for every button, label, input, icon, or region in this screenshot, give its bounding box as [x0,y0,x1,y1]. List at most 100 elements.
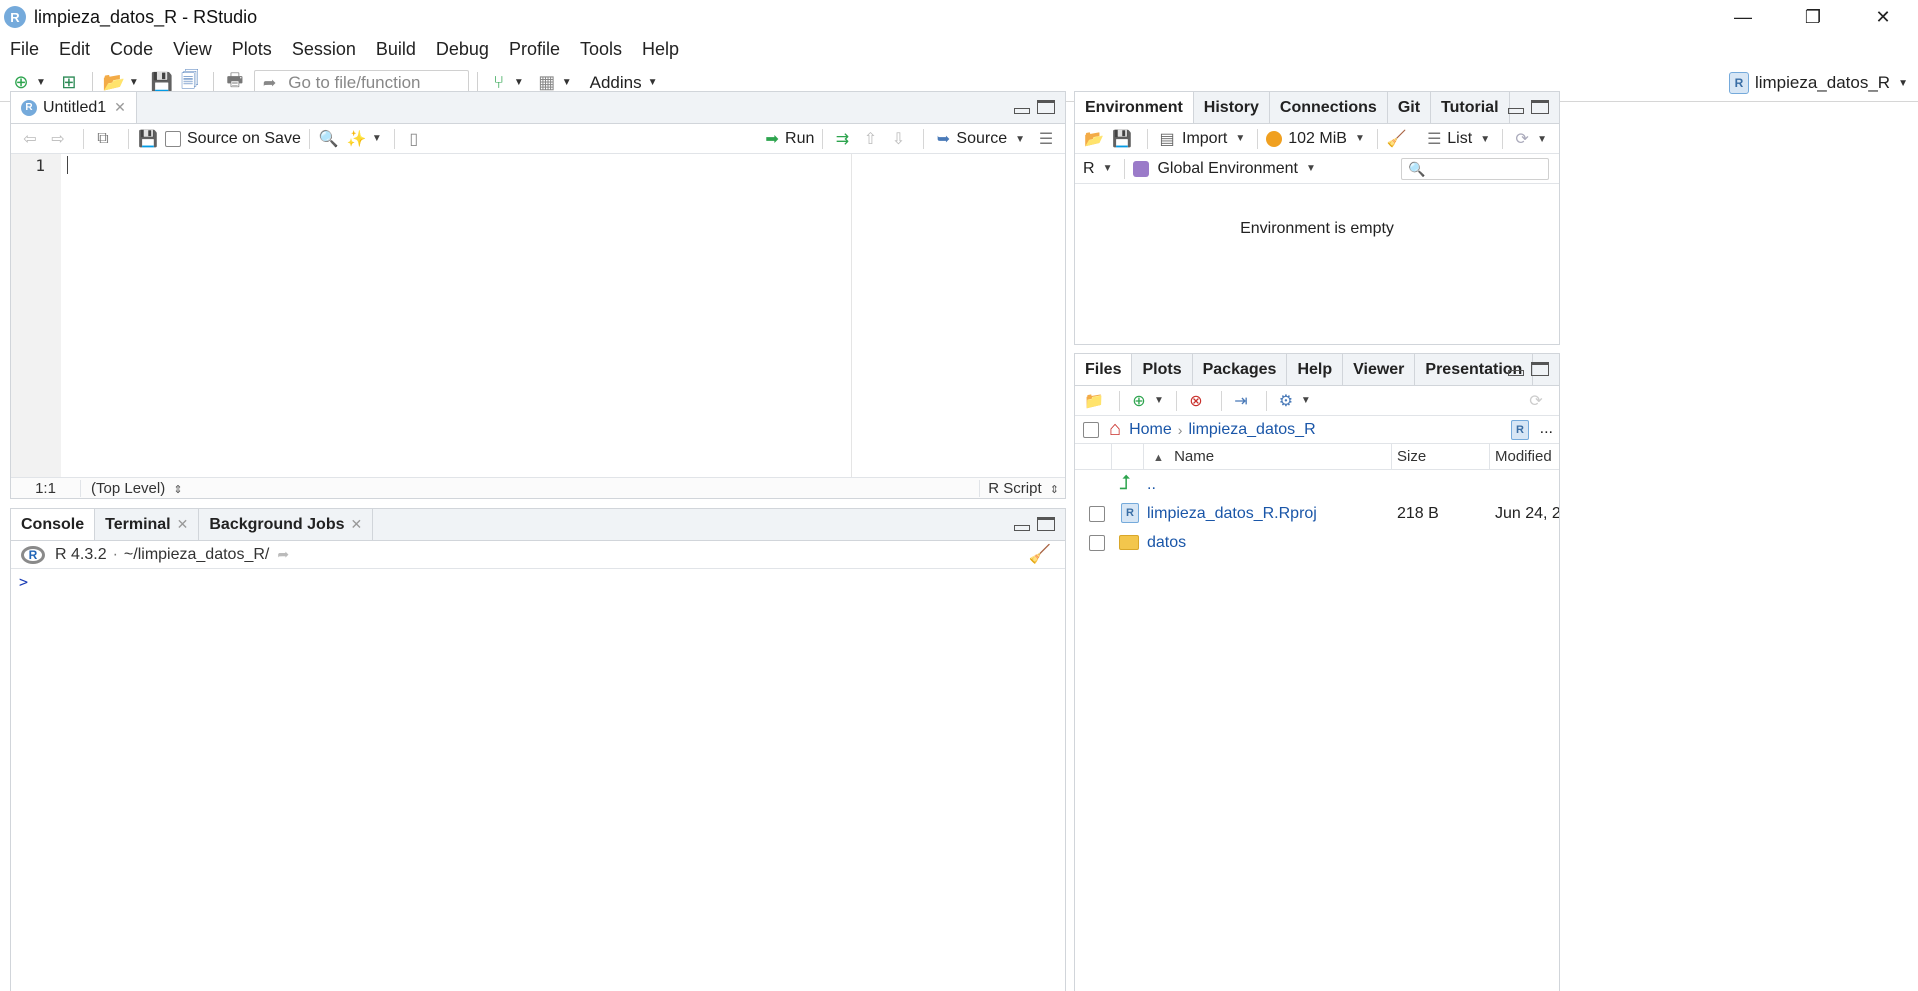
home-icon[interactable]: ⌂ [1109,418,1121,441]
source-on-save-checkbox[interactable] [165,130,181,147]
minimize-pane-icon[interactable] [1011,98,1033,116]
open-file-dropdown-icon[interactable]: ▼ [129,77,139,88]
go-to-project-dir-icon[interactable]: R [1511,420,1529,440]
show-in-window-icon[interactable]: ⧉ [92,128,114,150]
minimize-pane-icon[interactable] [1011,515,1033,533]
scope-selector[interactable]: (Top Level) ⇕ [91,480,183,497]
more-options-button[interactable]: ... [1540,420,1553,438]
addins-menu[interactable]: Addins [590,73,642,93]
run-button[interactable]: ➡ Run [761,128,814,150]
tab-help[interactable]: Help [1287,354,1344,385]
code-tools-dropdown-icon[interactable]: ▼ [372,133,382,144]
name-column-header[interactable]: ▲ Name [1153,448,1214,465]
menu-plots[interactable]: Plots [232,39,272,60]
menu-file[interactable]: File [10,39,39,60]
menu-edit[interactable]: Edit [59,39,90,60]
tab-packages[interactable]: Packages [1193,354,1288,385]
rename-icon[interactable]: ⇥ [1230,390,1252,412]
environment-scope-selector[interactable]: Global Environment ▼ [1133,160,1319,178]
forward-icon[interactable]: ⇨ [47,128,69,150]
breadcrumb-project[interactable]: limpieza_datos_R [1188,421,1315,439]
back-icon[interactable]: ⇦ [19,128,41,150]
close-button[interactable]: ✕ [1848,0,1918,34]
tab-history[interactable]: History [1194,92,1270,123]
file-type-selector[interactable]: R Script ⇕ [979,479,1059,497]
parent-directory-link[interactable]: .. [1147,476,1156,494]
go-up-icon[interactable]: ⇧ [859,128,881,150]
tab-connections[interactable]: Connections [1270,92,1388,123]
source-dropdown-icon[interactable]: ▼ [1015,134,1025,145]
delete-icon[interactable]: ⊗ [1185,390,1207,412]
memory-usage-button[interactable]: 102 MiB ▼ [1266,130,1369,148]
new-blank-file-dropdown-icon[interactable]: ▼ [1154,395,1164,406]
clear-console-icon[interactable]: 🧹 [1029,544,1051,565]
source-button[interactable]: ➥ Source [932,128,1007,150]
minimize-button[interactable]: — [1708,0,1778,34]
compile-report-icon[interactable]: ▯ [403,128,425,150]
refresh-icon[interactable]: ⟳ [1511,128,1533,150]
modified-column-header[interactable]: Modified [1495,448,1552,465]
tab-viewer[interactable]: Viewer [1343,354,1416,385]
working-directory[interactable]: ~/limpieza_datos_R/ [124,546,269,564]
list-item[interactable]: ⮥ .. [1075,470,1559,499]
tab-untitled1[interactable]: R Untitled1 ✕ [11,92,137,123]
tab-git[interactable]: Git [1388,92,1432,123]
environment-search-input[interactable]: 🔍 [1401,158,1549,180]
menu-code[interactable]: Code [110,39,153,60]
code-tools-wand-icon[interactable]: ✨ [346,128,368,150]
clear-objects-broom-icon[interactable]: 🧹 [1386,128,1408,150]
refresh-icon[interactable]: ⟳ [1525,390,1547,412]
save-icon[interactable]: 💾 [137,128,159,150]
search-icon[interactable]: 🔍 [318,128,340,150]
menu-profile[interactable]: Profile [509,39,560,60]
file-name[interactable]: datos [1147,534,1186,552]
new-blank-file-icon[interactable]: ⊕ [1128,390,1150,412]
close-tab-icon[interactable]: ✕ [114,99,126,116]
project-menu[interactable]: R limpieza_datos_R ▼ [1728,64,1908,102]
go-to-directory-icon[interactable]: ➦ [277,546,289,563]
import-dataset-button[interactable]: ▤ Import ▼ [1156,128,1249,150]
row-checkbox[interactable] [1089,506,1105,522]
menu-tools[interactable]: Tools [580,39,622,60]
code-editor[interactable]: 1 [11,154,1065,479]
size-column-header[interactable]: Size [1397,448,1426,465]
version-control-dropdown-icon[interactable]: ▼ [514,77,524,88]
go-down-icon[interactable]: ⇩ [887,128,909,150]
document-outline-icon[interactable]: ☰ [1035,128,1057,150]
tab-environment[interactable]: Environment [1075,92,1194,123]
list-view-button[interactable]: ☰ List ▼ [1423,128,1494,150]
save-workspace-icon[interactable]: 💾 [1111,128,1133,150]
file-name[interactable]: limpieza_datos_R.Rproj [1147,505,1317,523]
menu-view[interactable]: View [173,39,212,60]
menu-build[interactable]: Build [376,39,416,60]
tab-terminal[interactable]: Terminal ✕ [95,509,200,540]
tab-tutorial[interactable]: Tutorial [1431,92,1510,123]
maximize-pane-icon[interactable] [1035,515,1057,533]
tab-console[interactable]: Console [11,509,96,540]
new-folder-icon[interactable]: 📁 [1083,390,1105,412]
maximize-pane-icon[interactable] [1529,360,1551,378]
gear-icon[interactable]: ⚙ [1275,390,1297,412]
new-file-dropdown-icon[interactable]: ▼ [36,77,46,88]
breadcrumb-home[interactable]: Home [1129,421,1172,439]
list-item[interactable]: datos [1075,528,1559,557]
menu-debug[interactable]: Debug [436,39,489,60]
language-selector[interactable]: R ▼ [1083,160,1116,178]
addins-dropdown-icon[interactable]: ▼ [648,77,658,88]
close-tab-icon[interactable]: ✕ [351,516,363,533]
workspace-panes-dropdown-icon[interactable]: ▼ [562,77,572,88]
select-all-checkbox[interactable] [1083,421,1099,438]
console-prompt[interactable]: > [11,569,1065,591]
maximize-pane-icon[interactable] [1529,98,1551,116]
close-tab-icon[interactable]: ✕ [177,516,189,533]
more-dropdown-icon[interactable]: ▼ [1301,395,1311,406]
restore-button[interactable]: ❐ [1778,0,1848,34]
tab-background-jobs[interactable]: Background Jobs ✕ [199,509,374,540]
menu-help[interactable]: Help [642,39,679,60]
tab-plots[interactable]: Plots [1132,354,1193,385]
rerun-icon[interactable]: ⇉ [831,128,853,150]
row-checkbox[interactable] [1089,535,1105,551]
minimize-pane-icon[interactable] [1505,98,1527,116]
tab-files[interactable]: Files [1075,354,1133,385]
maximize-pane-icon[interactable] [1035,98,1057,116]
